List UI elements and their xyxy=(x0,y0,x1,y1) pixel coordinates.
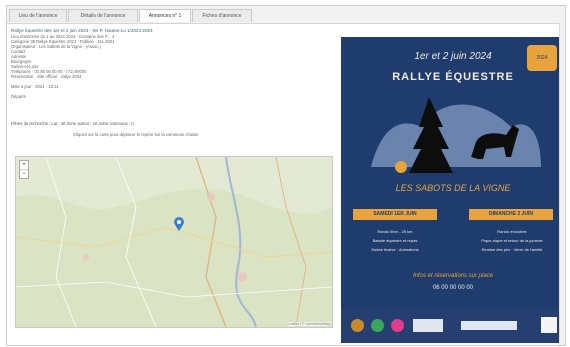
poster-illustration xyxy=(371,97,541,173)
browser-frame: Lieu de l'annonce Détails de l'annonce A… xyxy=(6,5,566,346)
map-attribution[interactable]: Leaflet | © OpenStreetMap xyxy=(288,322,330,326)
content-left: Rallye équestre des 1er et 2 juin 2024 -… xyxy=(11,28,333,328)
search-params: Filtres de recherche : Lat : 46 Zone aut… xyxy=(11,121,134,126)
zoom-in-button[interactable]: + xyxy=(20,161,28,170)
info-line: Mise à jour · 2024 · 18:11 xyxy=(11,84,59,89)
announce-heading: Rallye équestre des 1er et 2 juin 2024 -… xyxy=(11,28,153,33)
day2-label: DIMANCHE 2 JUIN xyxy=(469,209,553,220)
poster-organizer: LES SABOTS DE LA VIGNE xyxy=(395,183,511,193)
program-item: Balade équestre et repas xyxy=(372,238,418,243)
event-poster: 1er et 2 juin 2024 RALLYE ÉQUESTRE 2024 … xyxy=(341,37,565,343)
day2-program: Rando encadrée Pique-nique et retour de … xyxy=(465,227,559,254)
sponsor-bar xyxy=(341,309,565,343)
day1-label: SAMEDI 1ER JUIN xyxy=(353,209,437,220)
announce-info: Rallye équestre des 1er et 2 juin 2024 -… xyxy=(11,28,333,99)
poster-title: RALLYE ÉQUESTRE xyxy=(392,71,514,83)
sponsor-logo xyxy=(351,319,364,332)
tab-bar: Lieu de l'annonce Détails de l'annonce A… xyxy=(7,6,565,24)
poster-phone: 06 00 00 00 00 xyxy=(432,285,474,291)
tab-lieu[interactable]: Lieu de l'annonce xyxy=(9,9,67,22)
sponsor-logo xyxy=(391,319,404,332)
tab-details[interactable]: Détails de l'annonce xyxy=(68,9,138,22)
program-item: Soirée festive · Animations xyxy=(371,247,419,252)
map-instruction: Cliquez sur la carte pour déplacer le re… xyxy=(73,132,199,137)
program-item: Rando encadrée xyxy=(497,229,527,234)
program-item: Rando libre - 25 km xyxy=(377,229,413,234)
sponsor-logo xyxy=(371,319,384,332)
program-item: Remise des prix · Verre de l'amitié xyxy=(481,247,543,252)
sponsor-logo xyxy=(413,319,443,332)
location-pin-icon[interactable] xyxy=(174,217,184,231)
tab-annonces[interactable]: Annonces n° 1 xyxy=(139,9,191,22)
poster-footer: Infos et réservations sur place xyxy=(412,273,494,279)
scrollbar[interactable] xyxy=(559,23,565,345)
day1-program: Rando libre - 25 km Balade équestre et r… xyxy=(349,227,441,254)
poster-badge: 2024 xyxy=(527,45,557,71)
sponsor-logo xyxy=(541,317,557,333)
program-item: Pique-nique et retour de la journée xyxy=(481,238,543,243)
map-view[interactable]: + − Leaflet | © OpenStreetMap xyxy=(15,156,333,328)
info-extra: Départs xyxy=(11,94,26,99)
sponsor-logo xyxy=(461,321,517,330)
zoom-control: + − xyxy=(19,160,29,179)
tab-fiches[interactable]: Fiches d'annonce xyxy=(192,9,252,22)
zoom-out-button[interactable]: − xyxy=(20,170,28,178)
map-tiles xyxy=(16,157,332,327)
